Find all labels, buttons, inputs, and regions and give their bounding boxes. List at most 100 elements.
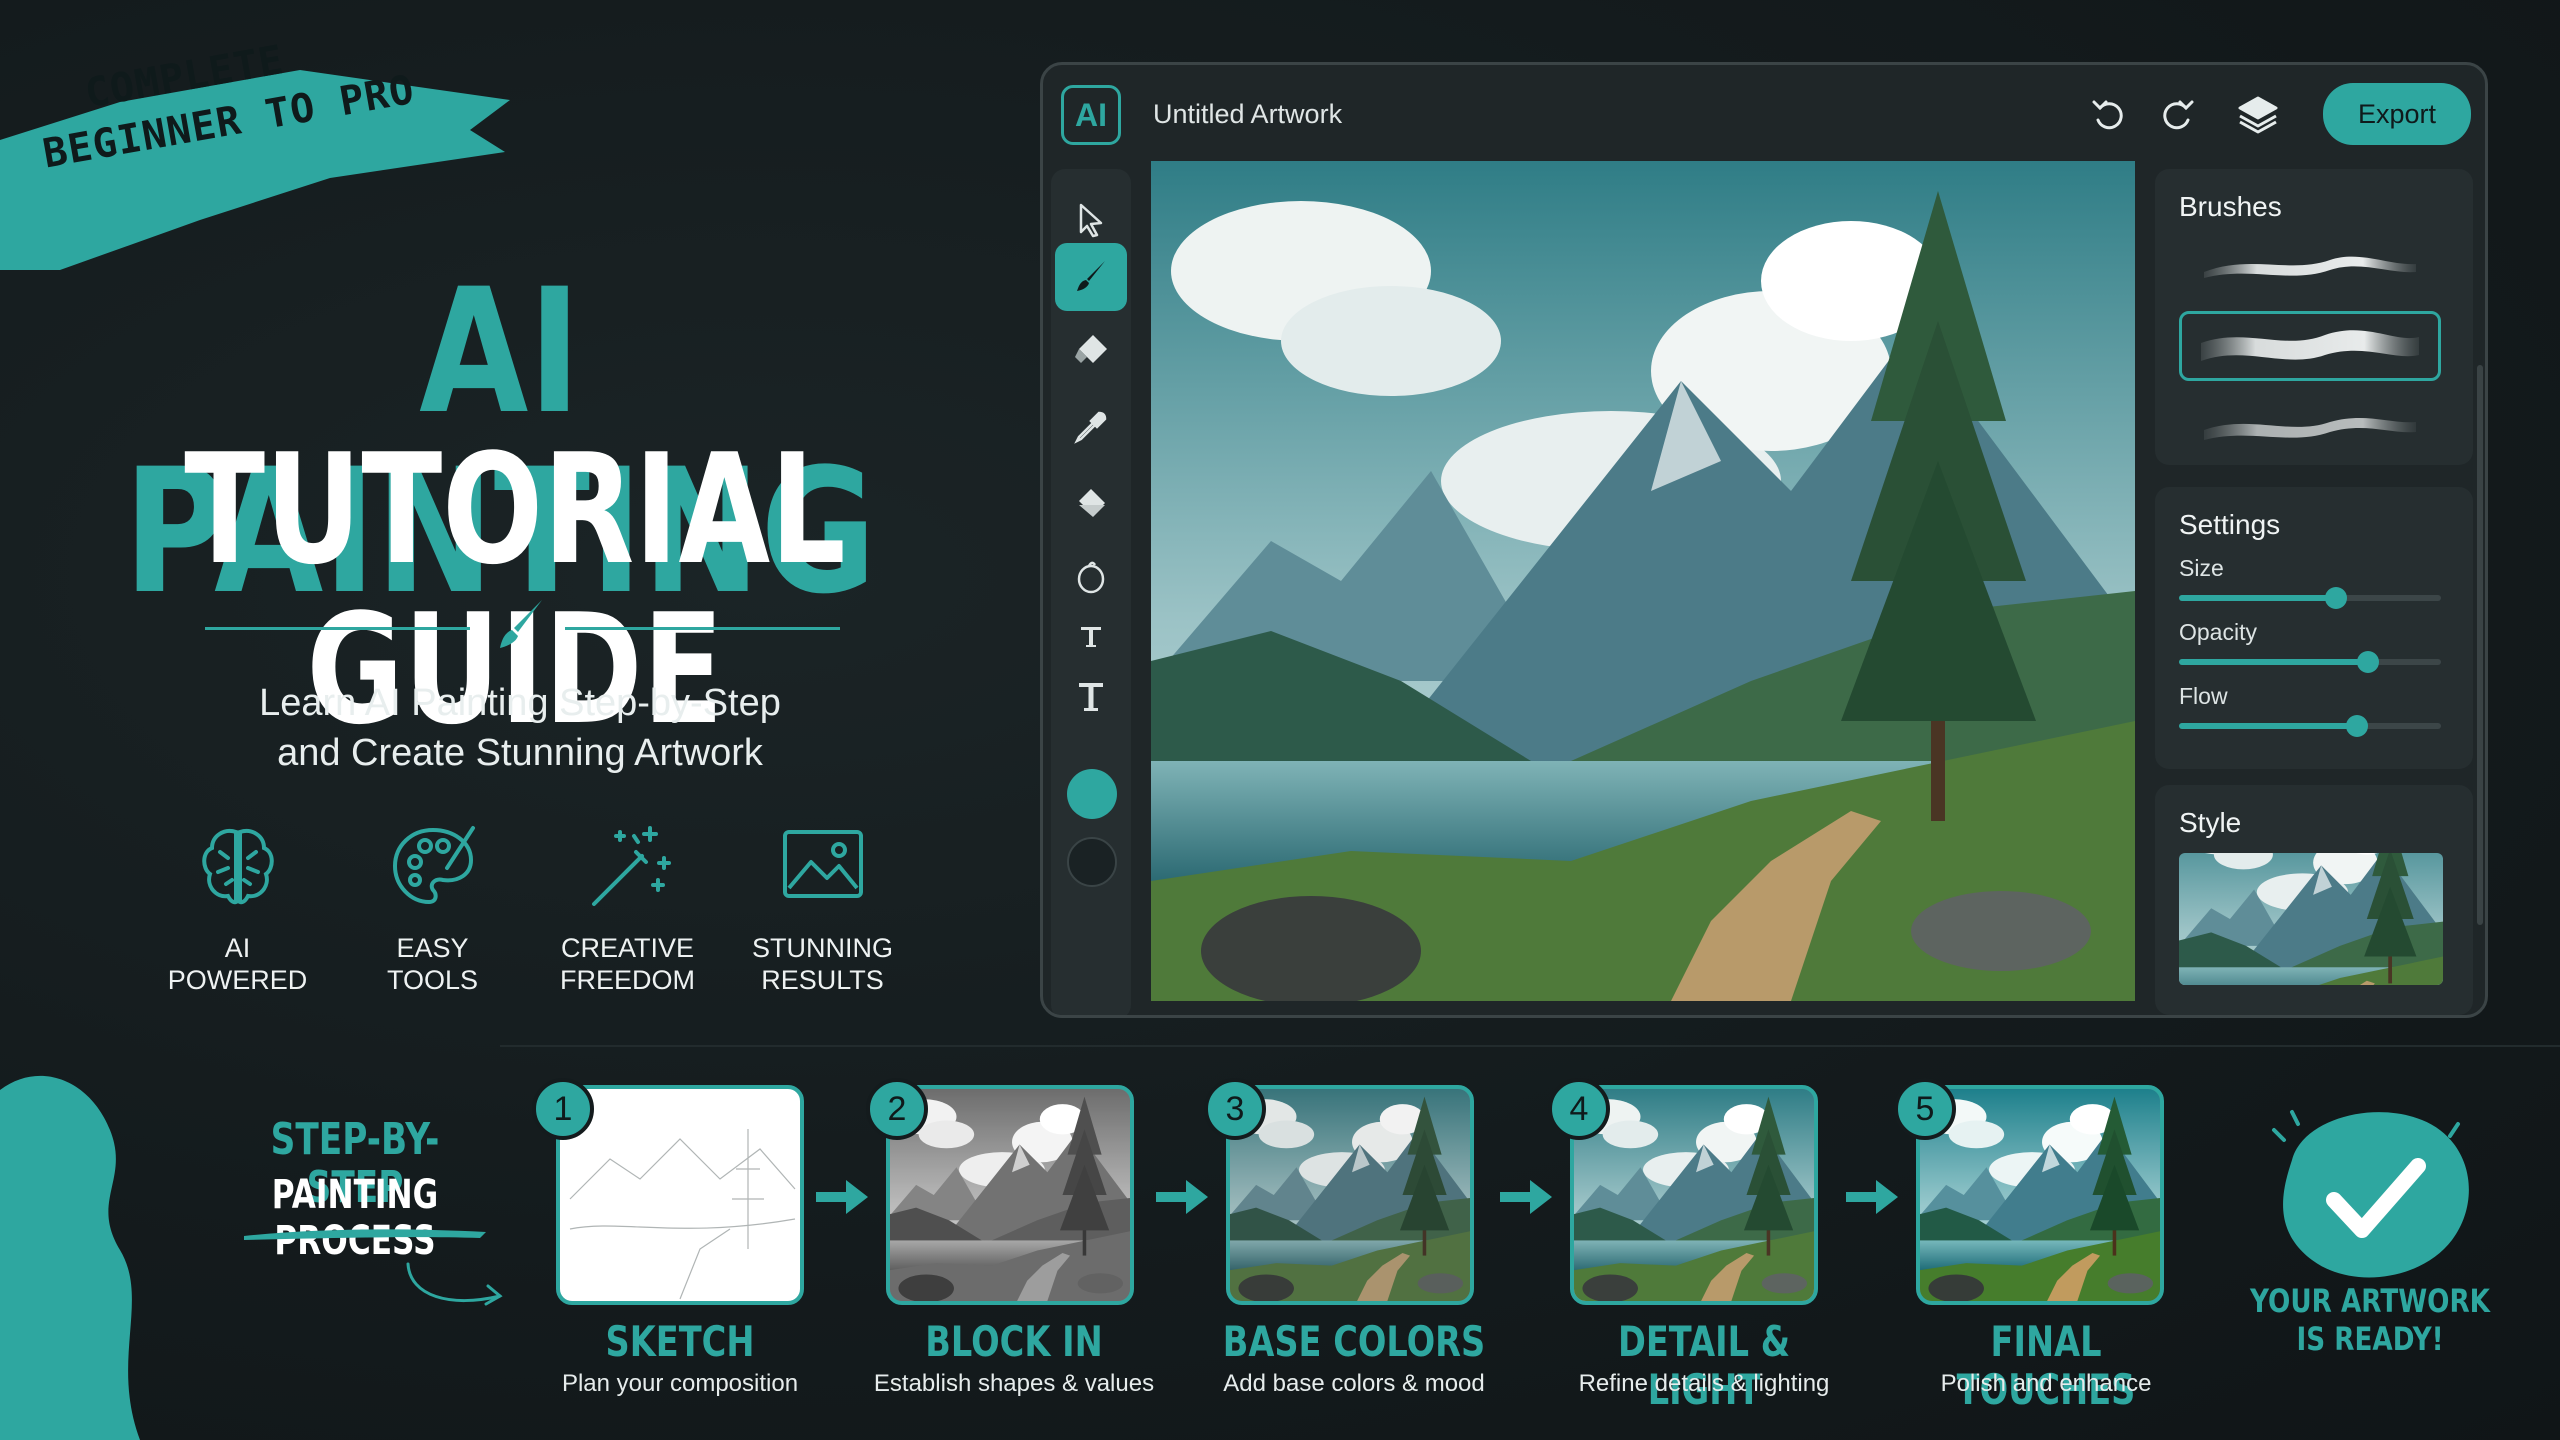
- feature-label: CREATIVE FREEDOM: [560, 932, 695, 996]
- undo-icon: [2092, 100, 2123, 130]
- size-label: Size: [2179, 555, 2224, 581]
- artwork-ready-text: YOUR ARTWORK IS READY!: [2247, 1282, 2493, 1358]
- feature-creative-freedom: CREATIVE FREEDOM: [530, 818, 725, 998]
- brush-preset-1[interactable]: [2179, 231, 2441, 301]
- palette-icon: [392, 826, 475, 905]
- primary-color-swatch[interactable]: [1067, 769, 1117, 819]
- step-description: Add base colors & mood: [1223, 1370, 1485, 1397]
- redo-icon: [2163, 100, 2194, 130]
- flow-slider[interactable]: [2179, 715, 2441, 737]
- feature-stunning-results: STUNNING RESULTS: [725, 818, 920, 998]
- flow-label: Flow: [2179, 683, 2228, 709]
- tool-brush[interactable]: [1055, 243, 1127, 311]
- panel-scrollbar[interactable]: [2477, 365, 2483, 925]
- app-logo[interactable]: AI: [1061, 85, 1121, 145]
- document-title[interactable]: Untitled Artwork: [1153, 99, 1342, 130]
- slider-fill: [2179, 659, 2368, 665]
- slider-knob[interactable]: [2325, 587, 2348, 609]
- final-touches-thumbnail: [1920, 1089, 2160, 1301]
- step-title: SKETCH: [605, 1317, 755, 1366]
- feature-label-line: STUNNING: [752, 933, 893, 963]
- feature-label-line: EASY: [396, 933, 469, 963]
- tool-fill[interactable]: [1055, 469, 1127, 537]
- fill-bucket-icon: [1079, 489, 1105, 517]
- step-number: 1: [532, 1078, 594, 1140]
- layers-icon: [2238, 96, 2278, 134]
- base-colors-thumbnail: [1230, 1089, 1470, 1301]
- style-thumbnail[interactable]: [2179, 853, 2443, 985]
- brush-icon: [1077, 261, 1105, 291]
- slider-knob[interactable]: [2356, 651, 2379, 673]
- painting-app-window: AI Untitled Artwork Export Brushes Setti…: [1040, 62, 2488, 1018]
- done-line-1: YOUR ARTWORK: [2249, 1282, 2491, 1320]
- redo-button[interactable]: [2153, 89, 2203, 139]
- block-in-thumbnail: [890, 1089, 1130, 1301]
- brain-icon: [201, 829, 274, 905]
- divider-right: [565, 627, 840, 630]
- slider-fill: [2179, 595, 2337, 601]
- step-number: 3: [1204, 1078, 1266, 1140]
- process-subtitle: PAINTING PROCESS: [271, 1172, 439, 1264]
- text-small-icon: [1081, 627, 1101, 647]
- magic-wand-icon: [591, 826, 671, 906]
- feature-ai-powered: AI POWERED: [140, 818, 335, 998]
- lasso-icon: [1077, 561, 1105, 594]
- feature-label-line: CREATIVE: [560, 933, 695, 963]
- done-line-2: IS READY!: [2296, 1320, 2444, 1358]
- checkmark-icon: [2272, 1110, 2469, 1278]
- section-divider: [500, 1045, 2560, 1047]
- curved-arrow-icon: [406, 1262, 503, 1306]
- hero-subtitle: Learn AI Painting Step-by-Step and Creat…: [120, 678, 920, 778]
- brushes-panel: Brushes: [2155, 169, 2473, 465]
- brush-preset-3[interactable]: [2179, 391, 2441, 461]
- sketch-thumbnail: [569, 1129, 796, 1300]
- slider-knob[interactable]: [2346, 715, 2369, 737]
- brush-stroke-preview: [2204, 417, 2416, 440]
- step-description: Refine details & lighting: [1578, 1370, 1830, 1397]
- feature-label-line: RESULTS: [761, 965, 884, 995]
- layers-button[interactable]: [2233, 89, 2283, 139]
- opacity-slider[interactable]: [2179, 651, 2441, 673]
- undo-button[interactable]: [2083, 89, 2133, 139]
- paintbrush-icon: [500, 600, 542, 648]
- brush-stroke-preview: [2204, 256, 2416, 278]
- subtitle-line-2: and Create Stunning Artwork: [277, 732, 763, 774]
- opacity-label: Opacity: [2179, 619, 2257, 645]
- tool-eyedropper[interactable]: [1055, 393, 1127, 461]
- step-card-sketch[interactable]: [556, 1085, 804, 1305]
- feature-label-line: TOOLS: [386, 965, 479, 995]
- slider-fill: [2179, 723, 2358, 729]
- settings-panel-title: Settings: [2179, 509, 2281, 540]
- brush-underline: [244, 1229, 486, 1240]
- secondary-color-swatch[interactable]: [1067, 837, 1117, 887]
- arrow-right-icon: [1500, 1180, 1552, 1214]
- size-slider[interactable]: [2179, 587, 2441, 609]
- tool-lasso[interactable]: [1055, 543, 1127, 611]
- feature-label: AI POWERED: [168, 932, 308, 996]
- tool-text-small[interactable]: [1055, 603, 1127, 671]
- step-title: BLOCK IN: [925, 1317, 1103, 1366]
- tool-text[interactable]: [1055, 663, 1127, 731]
- step-description: Establish shapes & values: [873, 1370, 1155, 1397]
- tool-eraser[interactable]: [1055, 315, 1127, 383]
- feature-easy-tools: EASY TOOLS: [335, 818, 530, 998]
- settings-panel: Settings Size Opacity Flow: [2155, 487, 2473, 769]
- feature-list: AI POWERED EASY TOOLS CREATIVE FREEDOM S…: [140, 818, 920, 998]
- step-description: Polish and enhance: [1940, 1370, 2152, 1397]
- step-number: 5: [1894, 1078, 1956, 1140]
- painting-canvas[interactable]: [1151, 161, 2135, 1001]
- step-number: 4: [1548, 1078, 1610, 1140]
- export-button[interactable]: Export: [2323, 83, 2471, 145]
- eraser-icon: [1075, 335, 1107, 363]
- step-description: Plan your composition: [561, 1370, 799, 1397]
- step-number: 2: [866, 1078, 928, 1140]
- step-title: BASE COLORS: [1222, 1317, 1486, 1366]
- text-icon: [1079, 683, 1103, 711]
- brush-preset-2[interactable]: [2179, 311, 2441, 381]
- style-panel-title: Style: [2179, 807, 2242, 838]
- feature-label-line: FREEDOM: [560, 965, 695, 995]
- feature-label-line: AI: [224, 933, 251, 963]
- arrow-right-icon: [1846, 1180, 1898, 1214]
- feature-label: EASY TOOLS: [387, 932, 478, 996]
- feature-label-line: POWERED: [167, 965, 308, 995]
